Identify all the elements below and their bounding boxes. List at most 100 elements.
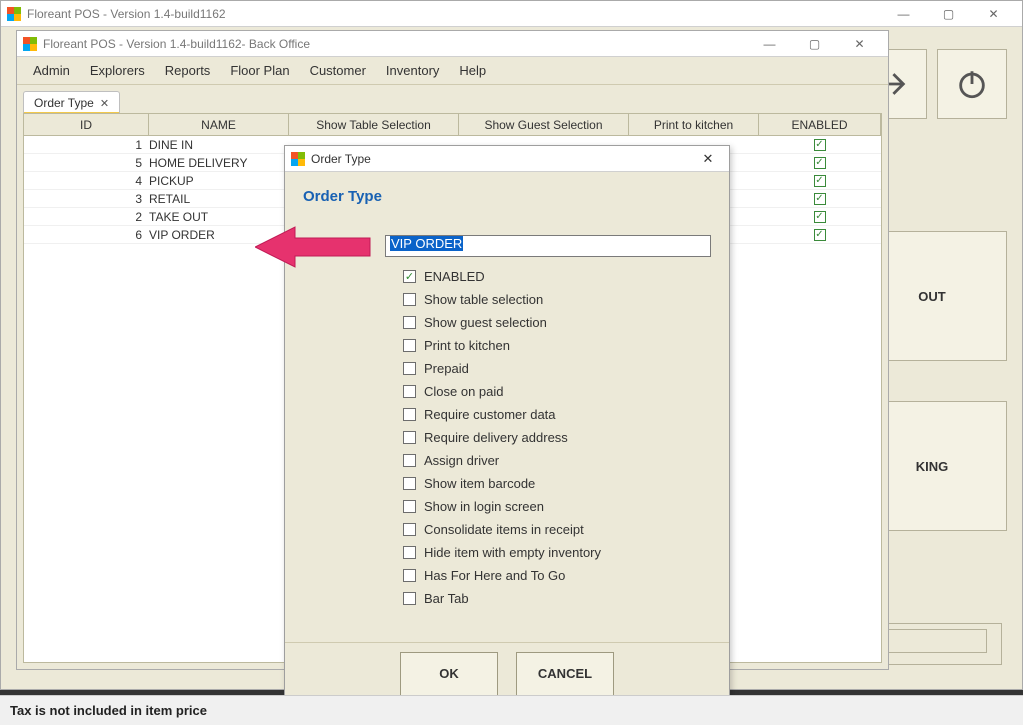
back-office-title: Floreant POS - Version 1.4-build1162- Ba… — [43, 37, 310, 51]
close-button[interactable]: ✕ — [971, 2, 1016, 26]
app-icon — [23, 37, 37, 51]
check-icon: ✓ — [814, 175, 826, 187]
menu-explorers[interactable]: Explorers — [80, 59, 155, 82]
menu-customer[interactable]: Customer — [300, 59, 376, 82]
bo-close-button[interactable]: ✕ — [837, 32, 882, 56]
back-office-titlebar[interactable]: Floreant POS - Version 1.4-build1162- Ba… — [17, 31, 888, 57]
option-print_kitchen: Print to kitchen — [303, 334, 711, 357]
option-label: Prepaid — [424, 361, 469, 376]
cell-name: VIP ORDER — [149, 226, 289, 243]
checkbox-bar_tab[interactable] — [403, 592, 416, 605]
cell-enabled: ✓ — [759, 154, 881, 171]
menu-floorplan[interactable]: Floor Plan — [220, 59, 299, 82]
option-label: Require customer data — [424, 407, 556, 422]
checkbox-consolidate[interactable] — [403, 523, 416, 536]
checkbox-here_togo[interactable] — [403, 569, 416, 582]
check-icon: ✓ — [814, 139, 826, 151]
cell-id: 5 — [24, 154, 149, 171]
name-label: Name: — [303, 239, 385, 254]
checkbox-assign_driver[interactable] — [403, 454, 416, 467]
option-hide_empty: Hide item with empty inventory — [303, 541, 711, 564]
checkbox-hide_empty[interactable] — [403, 546, 416, 559]
power-icon — [955, 67, 989, 101]
cell-id: 1 — [24, 136, 149, 153]
option-req_customer: Require customer data — [303, 403, 711, 426]
bo-minimize-button[interactable]: — — [747, 32, 792, 56]
checkbox-print_kitchen[interactable] — [403, 339, 416, 352]
col-enabled[interactable]: ENABLED — [759, 114, 881, 135]
menu-reports[interactable]: Reports — [155, 59, 221, 82]
ok-button[interactable]: OK — [400, 652, 498, 696]
col-show-table[interactable]: Show Table Selection — [289, 114, 459, 135]
option-label: Require delivery address — [424, 430, 568, 445]
tab-label: Order Type — [34, 96, 94, 110]
checkbox-close_paid[interactable] — [403, 385, 416, 398]
checkbox-show_guest[interactable] — [403, 316, 416, 329]
option-show_table: Show table selection — [303, 288, 711, 311]
main-window-titlebar[interactable]: Floreant POS - Version 1.4-build1162 — ▢… — [1, 1, 1022, 27]
option-prepaid: Prepaid — [303, 357, 711, 380]
option-label: Print to kitchen — [424, 338, 510, 353]
checkbox-prepaid[interactable] — [403, 362, 416, 375]
dialog-close-button[interactable]: ✕ — [693, 151, 723, 167]
name-input-value: VIP ORDER — [390, 236, 463, 251]
checkbox-show_table[interactable] — [403, 293, 416, 306]
option-label: Assign driver — [424, 453, 499, 468]
cancel-button[interactable]: CANCEL — [516, 652, 614, 696]
col-print-kitchen[interactable]: Print to kitchen — [629, 114, 759, 135]
checkbox-req_customer[interactable] — [403, 408, 416, 421]
power-button[interactable] — [937, 49, 1007, 119]
option-login_screen: Show in login screen — [303, 495, 711, 518]
option-label: ENABLED — [424, 269, 485, 284]
bo-maximize-button[interactable]: ▢ — [792, 32, 837, 56]
cell-id: 6 — [24, 226, 149, 243]
cell-enabled: ✓ — [759, 208, 881, 225]
app-icon — [7, 7, 21, 21]
status-text: Tax is not included in item price — [10, 703, 207, 718]
option-label: Has For Here and To Go — [424, 568, 565, 583]
option-label: Show table selection — [424, 292, 543, 307]
option-show_guest: Show guest selection — [303, 311, 711, 334]
tab-close-icon[interactable]: ✕ — [100, 97, 109, 110]
menu-inventory[interactable]: Inventory — [376, 59, 449, 82]
cell-enabled: ✓ — [759, 190, 881, 207]
tab-order-type[interactable]: Order Type ✕ — [23, 91, 120, 114]
dialog-title: Order Type — [311, 152, 371, 166]
maximize-button[interactable]: ▢ — [926, 2, 971, 26]
col-show-guest[interactable]: Show Guest Selection — [459, 114, 629, 135]
option-label: Hide item with empty inventory — [424, 545, 601, 560]
option-label: Show guest selection — [424, 315, 547, 330]
checkbox-item_barcode[interactable] — [403, 477, 416, 490]
check-icon: ✓ — [814, 193, 826, 205]
cell-name: DINE IN — [149, 136, 289, 153]
cell-name: RETAIL — [149, 190, 289, 207]
checkbox-enabled[interactable]: ✓ — [403, 270, 416, 283]
col-name[interactable]: NAME — [149, 114, 289, 135]
menu-admin[interactable]: Admin — [23, 59, 80, 82]
minimize-button[interactable]: — — [881, 2, 926, 26]
option-label: Consolidate items in receipt — [424, 522, 584, 537]
option-consolidate: Consolidate items in receipt — [303, 518, 711, 541]
dialog-titlebar[interactable]: Order Type ✕ — [285, 146, 729, 172]
main-window-title: Floreant POS - Version 1.4-build1162 — [27, 7, 226, 21]
option-label: Show in login screen — [424, 499, 544, 514]
cell-enabled: ✓ — [759, 172, 881, 189]
col-id[interactable]: ID — [24, 114, 149, 135]
dialog-heading: Order Type — [303, 188, 711, 205]
checkbox-login_screen[interactable] — [403, 500, 416, 513]
cell-name: HOME DELIVERY — [149, 154, 289, 171]
cell-name: PICKUP — [149, 172, 289, 189]
checkbox-req_delivery[interactable] — [403, 431, 416, 444]
tab-strip: Order Type ✕ — [17, 85, 888, 113]
cell-name: TAKE OUT — [149, 208, 289, 225]
option-here_togo: Has For Here and To Go — [303, 564, 711, 587]
cell-enabled: ✓ — [759, 136, 881, 153]
grid-header: ID NAME Show Table Selection Show Guest … — [24, 114, 881, 136]
option-bar_tab: Bar Tab — [303, 587, 711, 610]
menu-help[interactable]: Help — [449, 59, 496, 82]
cell-id: 4 — [24, 172, 149, 189]
name-input[interactable]: VIP ORDER — [385, 235, 711, 257]
app-icon — [291, 152, 305, 166]
option-assign_driver: Assign driver — [303, 449, 711, 472]
cell-id: 3 — [24, 190, 149, 207]
